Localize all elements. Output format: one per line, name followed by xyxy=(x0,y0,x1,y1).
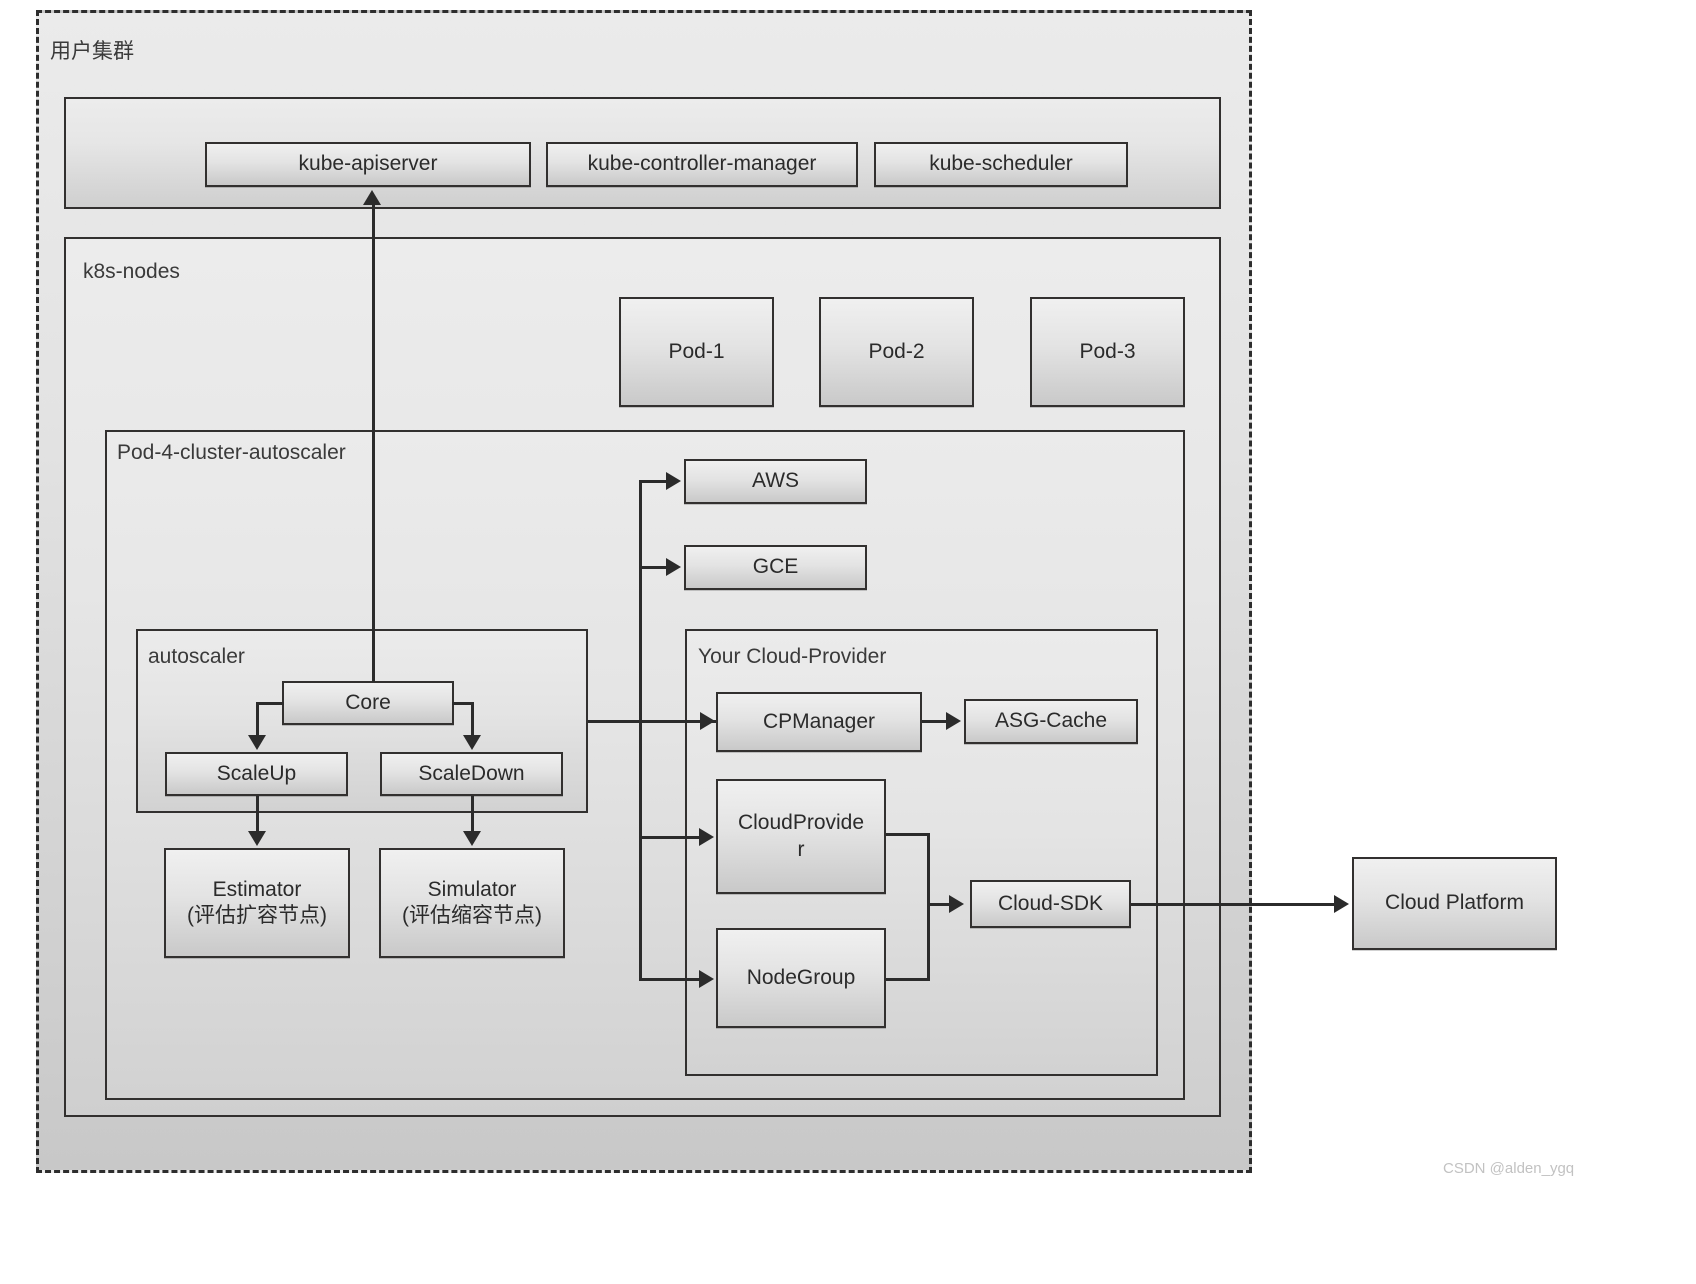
gce-box[interactable]: GCE xyxy=(684,545,867,590)
connector-bus-to-nodegroup xyxy=(639,978,701,981)
arrowhead-bus-to-cloudprovider xyxy=(699,828,714,846)
user-cluster-label: 用户集群 xyxy=(50,40,134,63)
cloud-sdk-box[interactable]: Cloud-SDK xyxy=(970,880,1131,928)
connector-scaledown-to-simulator xyxy=(471,796,474,833)
connector-bus-to-gce xyxy=(639,566,669,569)
estimator-box[interactable]: Estimator (评估扩容节点) xyxy=(164,848,350,958)
kube-apiserver-box[interactable]: kube-apiserver xyxy=(205,142,531,187)
pod-3-box[interactable]: Pod-3 xyxy=(1030,297,1185,407)
arrowhead-cpmanager-to-asgcache xyxy=(946,712,961,730)
asg-cache-label: ASG-Cache xyxy=(994,709,1108,733)
connector-scaleup-to-estimator xyxy=(256,796,259,833)
nodegroup-box[interactable]: NodeGroup xyxy=(716,928,886,1028)
pod-2-box[interactable]: Pod-2 xyxy=(819,297,974,407)
arrowhead-core-to-scaledown xyxy=(463,735,481,750)
cloud-sdk-label: Cloud-SDK xyxy=(997,891,1104,915)
arrowhead-core-to-scaleup xyxy=(248,735,266,750)
connector-core-to-scaledown-v xyxy=(471,702,474,737)
autoscaler-label: autoscaler xyxy=(148,645,245,668)
kube-apiserver-label: kube-apiserver xyxy=(298,152,438,176)
cpmanager-box[interactable]: CPManager xyxy=(716,692,922,752)
connector-cloudprovider-to-sdk-h xyxy=(886,833,930,836)
cloudprovider-label-wrap: r xyxy=(797,837,805,861)
kube-controller-manager-box[interactable]: kube-controller-manager xyxy=(546,142,858,187)
pod-3-label: Pod-3 xyxy=(1079,339,1136,363)
cloud-platform-box[interactable]: Cloud Platform xyxy=(1352,857,1557,950)
simulator-box[interactable]: Simulator (评估缩容节点) xyxy=(379,848,565,958)
connector-core-to-apiserver xyxy=(372,203,375,682)
arrowhead-core-to-apiserver xyxy=(363,190,381,205)
scaledown-label: ScaleDown xyxy=(418,761,525,785)
cloudprovider-label: CloudProvide xyxy=(737,811,865,835)
connector-bus-to-aws xyxy=(639,480,669,483)
simulator-label: Simulator xyxy=(427,877,517,901)
estimator-sublabel: (评估扩容节点) xyxy=(187,904,327,927)
pod-2-label: Pod-2 xyxy=(868,339,925,363)
connector-autoscaler-to-bus xyxy=(588,720,716,723)
core-label: Core xyxy=(345,690,391,714)
pod-1-label: Pod-1 xyxy=(668,339,725,363)
connector-cloudprovider-to-sdk-v xyxy=(927,833,930,904)
arrowhead-merge-to-sdk xyxy=(949,895,964,913)
scaleup-box[interactable]: ScaleUp xyxy=(165,752,348,796)
scaledown-box[interactable]: ScaleDown xyxy=(380,752,563,796)
aws-label: AWS xyxy=(751,469,800,493)
arrowhead-bus-to-cpmanager xyxy=(700,712,715,730)
arrowhead-scaleup-to-estimator xyxy=(248,831,266,846)
connector-nodegroup-to-sdk-v xyxy=(927,903,930,979)
pod4-cluster-autoscaler-label: Pod-4-cluster-autoscaler xyxy=(117,441,346,464)
kube-scheduler-label: kube-scheduler xyxy=(929,152,1073,176)
arrowhead-bus-to-aws xyxy=(666,472,681,490)
cpmanager-label: CPManager xyxy=(762,709,876,733)
connector-nodegroup-to-sdk-h xyxy=(886,978,930,981)
cloudprovider-box[interactable]: CloudProvide r xyxy=(716,779,886,894)
connector-core-to-scaleup-v xyxy=(256,702,259,737)
nodegroup-label: NodeGroup xyxy=(746,965,856,989)
scaleup-label: ScaleUp xyxy=(216,761,297,785)
connector-core-to-scaleup-h xyxy=(256,702,284,705)
your-cloud-provider-label: Your Cloud-Provider xyxy=(698,645,887,668)
core-box[interactable]: Core xyxy=(282,681,454,725)
connector-sdk-to-cloud-platform xyxy=(1131,903,1336,906)
estimator-label: Estimator xyxy=(212,877,302,901)
k8s-nodes-label: k8s-nodes xyxy=(83,260,180,283)
simulator-sublabel: (评估缩容节点) xyxy=(402,904,542,927)
arrowhead-sdk-to-cloud-platform xyxy=(1334,895,1349,913)
arrowhead-scaledown-to-simulator xyxy=(463,831,481,846)
watermark: CSDN @alden_ygq xyxy=(1443,1160,1575,1177)
arrowhead-bus-to-gce xyxy=(666,558,681,576)
connector-bus-to-cloudprovider xyxy=(639,836,701,839)
asg-cache-box[interactable]: ASG-Cache xyxy=(964,699,1138,744)
gce-label: GCE xyxy=(752,555,799,579)
kube-controller-manager-label: kube-controller-manager xyxy=(587,152,817,176)
kube-scheduler-box[interactable]: kube-scheduler xyxy=(874,142,1128,187)
cloud-platform-label: Cloud Platform xyxy=(1385,891,1524,915)
connector-provider-bus-vertical xyxy=(639,480,642,980)
arrowhead-bus-to-nodegroup xyxy=(699,970,714,988)
pod-1-box[interactable]: Pod-1 xyxy=(619,297,774,407)
aws-box[interactable]: AWS xyxy=(684,459,867,504)
